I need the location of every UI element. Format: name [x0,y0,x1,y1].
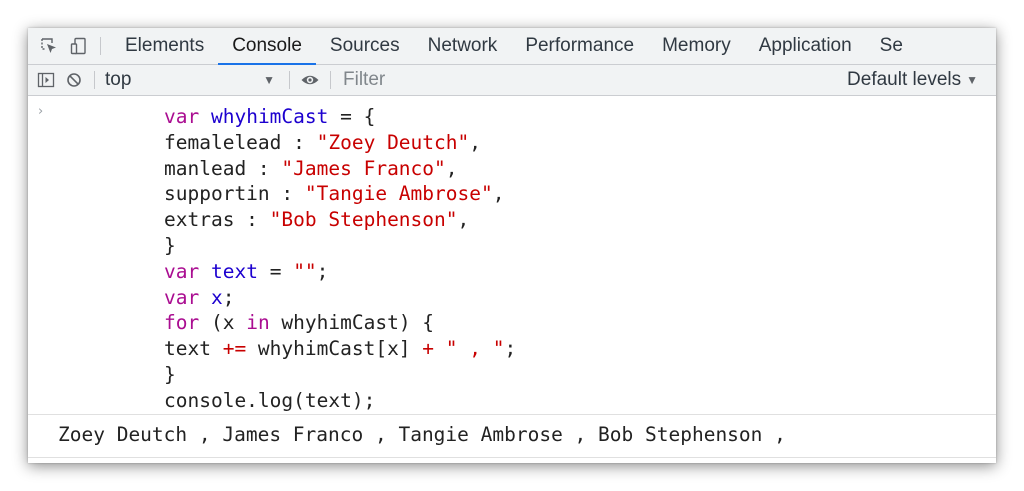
code-string: " , " [445,337,505,361]
code-line: extras : "Bob Stephenson", [164,207,516,233]
console-input-code[interactable]: var whyhimCast = {femalelead : "Zoey Deu… [164,104,516,414]
device-toolbar-icon[interactable] [64,28,94,64]
code-operator: + [422,337,435,361]
log-levels-label: Default levels [847,69,962,90]
code-text: } [164,233,176,257]
code-text: , [457,208,470,232]
code-string: "James Franco" [281,156,446,180]
code-variable: text [210,259,258,283]
code-property: femalelead : [164,130,317,154]
filter-input[interactable]: Filter [337,65,837,95]
code-variable: x [210,285,223,309]
toolbar-separator [94,71,95,89]
clear-console-icon[interactable] [60,65,88,95]
live-expression-eye-icon[interactable] [296,65,324,95]
code-text: = [257,259,294,283]
code-text: , [492,182,505,206]
tab-memory[interactable]: Memory [648,28,745,64]
code-line: console.log(text); [164,388,516,414]
tab-elements[interactable]: Elements [111,28,218,64]
devtools-window: Elements Console Sources Network Perform… [28,28,996,463]
code-text: } [164,362,176,386]
code-line: supportin : "Tangie Ambrose", [164,181,516,207]
console-log-message[interactable]: Zoey Deutch , James Franco , Tangie Ambr… [28,414,996,457]
code-text: = { [328,105,376,128]
code-text: (x [199,311,247,335]
console-result-text: undefined [58,462,164,463]
code-line: var text = ""; [164,259,516,285]
code-string: "Zoey Deutch" [316,130,470,154]
dropdown-arrow-icon: ▼ [966,73,978,87]
tab-security[interactable]: Se [866,28,917,64]
console-log-text: Zoey Deutch , James Franco , Tangie Ambr… [58,423,786,446]
code-string: "" [293,259,317,283]
sidebar-toggle-icon[interactable] [32,65,60,95]
toolbar-separator [330,71,331,89]
execution-context-value: top [105,69,132,90]
code-string: "Bob Stephenson" [269,208,458,232]
tab-bar-separator [100,37,101,55]
code-text: ; [222,285,235,309]
filter-placeholder: Filter [343,69,386,90]
tab-sources[interactable]: Sources [316,28,414,64]
code-keyword: var [164,285,200,309]
console-messages[interactable]: › var whyhimCast = {femalelead : "Zoey D… [28,96,996,463]
console-toolbar: top ▼ Filter Default levels ▼ [28,65,996,96]
code-text: , [469,130,481,154]
code-text: console.log(text); [164,388,376,412]
tab-console[interactable]: Console [218,28,316,65]
code-keyword: var [164,105,200,128]
toolbar-separator [289,71,290,89]
log-levels-dropdown[interactable]: Default levels ▼ [837,65,996,95]
inspect-element-icon[interactable] [34,28,64,64]
code-keyword: in [246,311,270,335]
code-property: manlead : [164,156,282,180]
code-text: , [445,156,458,180]
dropdown-arrow-icon: ▼ [263,73,275,87]
code-keyword: for [164,311,200,335]
code-text: ; [316,259,329,283]
code-keyword: var [164,259,200,283]
code-line: var x; [164,285,516,311]
code-text: whyhimCast[x] [246,337,423,361]
code-text: ; [504,337,517,361]
code-text: text [164,337,223,361]
code-line: text += whyhimCast[x] + " , "; [164,336,516,362]
code-variable: whyhimCast [210,105,329,128]
chevron-right-icon: › [38,104,44,119]
tab-performance[interactable]: Performance [511,28,648,64]
code-line: for (x in whyhimCast) { [164,310,516,336]
console-result-message[interactable]: undefined [28,457,996,463]
devtools-tab-bar: Elements Console Sources Network Perform… [28,28,996,65]
code-line: } [164,233,516,259]
code-text: whyhimCast) { [269,311,435,335]
tab-network[interactable]: Network [414,28,512,64]
code-operator: += [222,337,247,361]
code-property: extras : [164,208,270,232]
code-line: } [164,362,516,388]
execution-context-select[interactable]: top ▼ [101,65,283,95]
code-property: supportin : [164,182,305,206]
code-line: manlead : "James Franco", [164,156,516,182]
code-string: "Tangie Ambrose" [304,182,493,206]
code-line: var whyhimCast = { [164,104,516,130]
code-line: femalelead : "Zoey Deutch", [164,130,516,156]
tab-application[interactable]: Application [745,28,866,64]
